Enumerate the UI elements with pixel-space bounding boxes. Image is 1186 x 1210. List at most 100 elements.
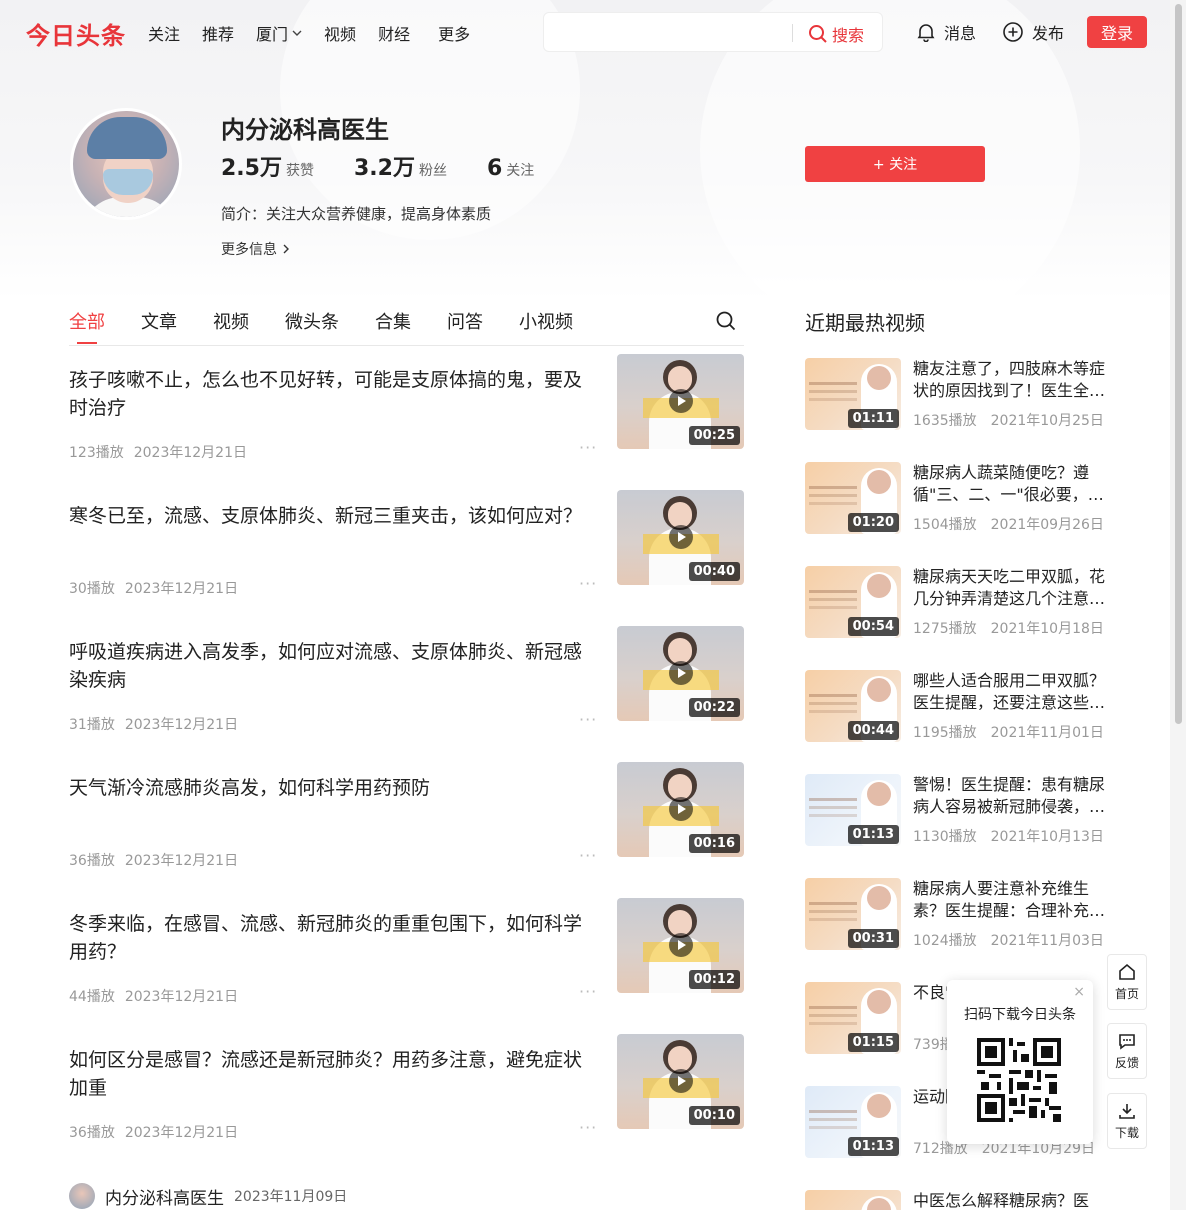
more-options-icon[interactable]: ···: [579, 846, 597, 865]
thumbnail-text: [809, 382, 857, 385]
thumbnail-text: [809, 590, 857, 593]
messages-button[interactable]: 消息: [916, 20, 976, 44]
video-thumbnail[interactable]: 01:11: [805, 358, 901, 430]
search-icon[interactable]: [715, 310, 737, 332]
thumbnail-text: [809, 694, 857, 697]
video-thumbnail[interactable]: [805, 1190, 901, 1210]
video-thumbnail[interactable]: 01:13: [805, 774, 901, 846]
hot-video-item[interactable]: 01:20 糖尿病人蔬菜随便吃？遵循"三、二、一"很必要，… 1504播放 2021年…: [805, 462, 1125, 536]
hot-video-date: 2021年11月01日: [990, 725, 1104, 741]
hot-video-item[interactable]: 01:13 警惕！医生提醒：患有糖尿病人容易被新冠肺侵袭，… 1130播放 2021年…: [805, 774, 1125, 848]
feed-item[interactable]: 如何区分是感冒？流感还是新冠肺炎？用药多注意，避免症状加重 36播放 2023年1…: [69, 1034, 744, 1146]
author-name[interactable]: 内分泌科高医生: [105, 1184, 224, 1209]
thumbnail-face: [867, 886, 891, 910]
hot-video-item[interactable]: 中医怎么解释糖尿病？医: [805, 1190, 1125, 1210]
hot-video-item[interactable]: 00:44 哪些人适合服用二甲双胍？医生提醒，还要注意这些… 1195播放 2021年…: [805, 670, 1125, 744]
more-options-icon[interactable]: ···: [579, 982, 597, 1001]
search-button[interactable]: 搜索: [808, 22, 864, 46]
video-thumbnail[interactable]: 01:13: [805, 1086, 901, 1158]
feedback-button[interactable]: 反馈: [1107, 1023, 1147, 1079]
nav-video[interactable]: 视频: [324, 21, 356, 45]
home-button[interactable]: 首页: [1107, 954, 1147, 1010]
hot-video-title[interactable]: 警惕！医生提醒：患有糖尿病人容易被新冠肺侵袭，…: [913, 774, 1113, 818]
close-icon[interactable]: ×: [1073, 984, 1085, 1000]
thumbnail-face: [867, 990, 891, 1014]
nav-city[interactable]: 厦门: [256, 21, 302, 45]
tab-articles[interactable]: 文章: [141, 308, 177, 334]
author-avatar[interactable]: [69, 1183, 95, 1209]
video-thumbnail[interactable]: 00:16: [617, 762, 744, 857]
search-input[interactable]: [556, 21, 782, 45]
publish-button[interactable]: 发布: [1002, 20, 1064, 44]
tab-videos[interactable]: 视频: [213, 308, 249, 334]
feed-item-title[interactable]: 天气渐冷流感肺炎高发，如何科学用药预防: [69, 774, 594, 802]
follow-button[interactable]: + 关注: [805, 146, 985, 182]
hot-video-title[interactable]: 糖尿病人蔬菜随便吃？遵循"三、二、一"很必要，…: [913, 462, 1113, 506]
nav-city-label: 厦门: [256, 25, 289, 44]
more-options-icon[interactable]: ···: [579, 1118, 597, 1137]
scrollbar-thumb[interactable]: [1175, 4, 1182, 724]
hot-video-title[interactable]: 糖尿病天天吃二甲双胍，花几分钟弄清楚这几个注意…: [913, 566, 1113, 610]
nav-finance[interactable]: 财经: [378, 21, 410, 45]
tab-all[interactable]: 全部: [69, 308, 105, 344]
more-options-icon[interactable]: ···: [579, 710, 597, 729]
video-duration: 00:25: [688, 426, 740, 445]
tab-short-videos[interactable]: 小视频: [519, 308, 573, 334]
video-thumbnail[interactable]: 00:40: [617, 490, 744, 585]
feed-item-title[interactable]: 孩子咳嗽不止，怎么也不见好转，可能是支原体搞的鬼，要及时治疗: [69, 366, 594, 422]
feed-item[interactable]: 寒冬已至，流感、支原体肺炎、新冠三重夹击，该如何应对？ 30播放 2023年12月…: [69, 490, 744, 602]
nav-follow[interactable]: 关注: [148, 21, 180, 45]
feed-item[interactable]: 呼吸道疾病进入高发季，如何应对流感、支原体肺炎、新冠感染疾病 31播放 2023年…: [69, 626, 744, 738]
feed-item-title[interactable]: 呼吸道疾病进入高发季，如何应对流感、支原体肺炎、新冠感染疾病: [69, 638, 594, 694]
feed-item-meta: 36播放 2023年12月21日: [69, 850, 248, 870]
more-options-icon[interactable]: ···: [579, 438, 597, 457]
play-icon: [669, 1069, 693, 1093]
tab-collections[interactable]: 合集: [375, 308, 411, 334]
stat-following[interactable]: 6 关注: [487, 156, 534, 181]
video-thumbnail[interactable]: 00:44: [805, 670, 901, 742]
profile-avatar[interactable]: [70, 108, 182, 220]
nav-recommend[interactable]: 推荐: [202, 21, 234, 45]
hot-video-plays: 1130播放: [913, 829, 977, 845]
hot-video-item[interactable]: 00:31 糖尿病人要注意补充维生素？医生提醒：合理补充… 1024播放 2021年1…: [805, 878, 1125, 952]
video-thumbnail[interactable]: 00:12: [617, 898, 744, 993]
video-thumbnail[interactable]: 00:25: [617, 354, 744, 449]
feed-item[interactable]: 天气渐冷流感肺炎高发，如何科学用药预防 36播放 2023年12月21日 ··· …: [69, 762, 744, 874]
feed-item-title[interactable]: 冬季来临，在感冒、流感、新冠肺炎的重重包围下，如何科学用药？: [69, 910, 594, 966]
feed-item-plays: 36播放: [69, 853, 115, 869]
download-button[interactable]: 下载: [1107, 1093, 1147, 1149]
tab-micro-posts[interactable]: 微头条: [285, 308, 339, 334]
video-thumbnail[interactable]: 00:31: [805, 878, 901, 950]
feed-item[interactable]: 孩子咳嗽不止，怎么也不见好转，可能是支原体搞的鬼，要及时治疗 123播放 2023…: [69, 354, 744, 466]
video-thumbnail[interactable]: 00:22: [617, 626, 744, 721]
stat-fans[interactable]: 3.2万 粉丝: [354, 150, 447, 182]
hot-video-title[interactable]: 糖尿病人要注意补充维生素？医生提醒：合理补充…: [913, 878, 1113, 922]
scrollbar[interactable]: [1170, 0, 1186, 1210]
login-button[interactable]: 登录: [1087, 16, 1147, 48]
hot-video-item[interactable]: 01:11 糖友注意了，四肢麻木等症状的原因找到了！医生全… 1635播放 2021年…: [805, 358, 1125, 432]
toutiao-logo[interactable]: 今日头条: [26, 16, 126, 51]
hot-video-item[interactable]: 00:54 糖尿病天天吃二甲双胍，花几分钟弄清楚这几个注意… 1275播放 2021年…: [805, 566, 1125, 640]
hot-video-title[interactable]: 糖友注意了，四肢麻木等症状的原因找到了！医生全…: [913, 358, 1113, 402]
video-thumbnail[interactable]: 01:15: [805, 982, 901, 1054]
nav-more[interactable]: 更多: [438, 21, 470, 45]
hot-video-date: 2021年10月25日: [990, 413, 1104, 429]
video-thumbnail[interactable]: 00:10: [617, 1034, 744, 1129]
hot-video-title[interactable]: 中医怎么解释糖尿病？医: [913, 1190, 1113, 1210]
video-thumbnail[interactable]: 01:20: [805, 462, 901, 534]
feed-item-title[interactable]: 如何区分是感冒？流感还是新冠肺炎？用药多注意，避免症状加重: [69, 1046, 594, 1102]
tab-qa[interactable]: 问答: [447, 308, 483, 334]
more-info-link[interactable]: 更多信息: [221, 239, 292, 259]
hot-video-title[interactable]: 哪些人适合服用二甲双胍？医生提醒，还要注意这些…: [913, 670, 1113, 714]
video-thumbnail[interactable]: 00:54: [805, 566, 901, 638]
video-duration: 00:12: [688, 970, 740, 989]
thumbnail-face: [867, 574, 891, 598]
feed-item-title[interactable]: 寒冬已至，流感、支原体肺炎、新冠三重夹击，该如何应对？: [69, 502, 594, 530]
top-header: 今日头条 关注 推荐 厦门 视频 财经 更多 搜索 消息 发布 登录: [0, 0, 1170, 64]
hot-video-meta: 1504播放 2021年09月26日: [913, 514, 1118, 534]
video-duration: 00:31: [847, 929, 899, 948]
content-tabs: 全部 文章 视频 微头条 合集 问答 小视频: [69, 308, 609, 344]
more-options-icon[interactable]: ···: [579, 574, 597, 593]
feed-item[interactable]: 冬季来临，在感冒、流感、新冠肺炎的重重包围下，如何科学用药？ 44播放 2023年…: [69, 898, 744, 1010]
feed-item-meta: 36播放 2023年12月21日: [69, 1122, 248, 1142]
